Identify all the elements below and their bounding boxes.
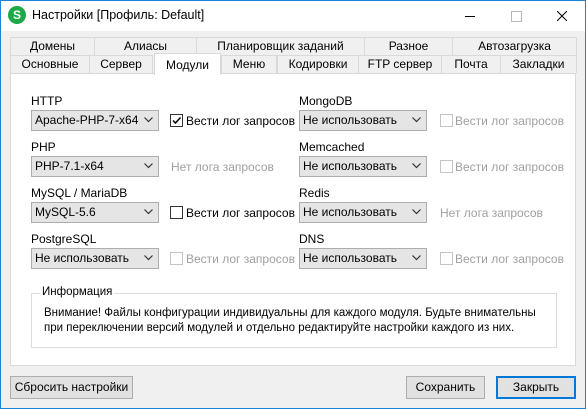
http-select[interactable]: Apache-PHP-7-x64 [31,110,159,131]
minimize-button[interactable] [447,1,493,31]
tab-scheduler[interactable]: Планировщик заданий [196,37,365,55]
redis-select-value: Не использовать [303,205,397,219]
postgresql-select[interactable]: Не использовать [31,248,159,269]
info-groupbox: Информация Внимание! Файлы конфигурации … [31,286,557,348]
mysql-label: MySQL / MariaDB [31,186,128,200]
tab-bookmarks[interactable]: Закладки [500,55,577,73]
settings-window: S Настройки [Профиль: Default] Домены Ал… [0,0,586,409]
postgresql-select-value: Не использовать [35,251,129,265]
postgresql-log-checkbox[interactable] [170,252,183,265]
memcached-label: Memcached [299,140,365,154]
http-log-label[interactable]: Вести лог запросов [186,114,295,128]
tab-domains[interactable]: Домены [10,37,95,55]
tab-misc[interactable]: Разное [364,37,453,55]
postgresql-log-label: Вести лог запросов [186,252,295,266]
dns-log-checkbox[interactable] [440,252,453,265]
tab-mail[interactable]: Почта [441,55,501,73]
tab-server[interactable]: Сервер [89,55,153,73]
tab-autostart[interactable]: Автозагрузка [452,37,577,55]
mongodb-label: MongoDB [299,94,353,108]
postgresql-label: PostgreSQL [31,232,97,246]
save-button[interactable]: Сохранить [406,376,485,399]
close-window-button[interactable] [539,1,585,31]
maximize-button[interactable] [493,1,539,31]
dns-label: DNS [299,232,325,246]
dns-select[interactable]: Не использовать [299,248,427,269]
mongodb-log-checkbox[interactable] [440,114,453,127]
tab-modules[interactable]: Модули [154,53,221,75]
chevron-down-icon [412,117,421,123]
mongodb-log-label: Вести лог запросов [455,114,564,128]
mysql-select[interactable]: MySQL-5.6 [31,202,159,223]
php-label: PHP [31,140,56,154]
php-select-value: PHP-7.1-x64 [35,159,104,173]
memcached-log-label: Вести лог запросов [455,160,564,174]
chevron-down-icon [144,117,153,123]
mysql-log-label[interactable]: Вести лог запросов [186,206,295,220]
close-icon [557,11,567,21]
mongodb-select-value: Не использовать [303,113,397,127]
http-label: HTTP [31,94,63,108]
tab-encodings[interactable]: Кодировки [277,55,359,73]
window-title: Настройки [Профиль: Default] [32,8,205,22]
chevron-down-icon [412,209,421,215]
memcached-select[interactable]: Не использовать [299,156,427,177]
mysql-log-checkbox[interactable] [170,206,183,219]
redis-no-log-text: Нет лога запросов [440,206,543,220]
php-no-log-text: Нет лога запросов [171,160,274,174]
title-bar: S Настройки [Профиль: Default] [1,1,585,31]
mysql-select-value: MySQL-5.6 [35,205,96,219]
chevron-down-icon [412,255,421,261]
memcached-select-value: Не использовать [303,159,397,173]
checkmark-icon [172,116,182,125]
chevron-down-icon [144,163,153,169]
dns-select-value: Не использовать [303,251,397,265]
chevron-down-icon [144,209,153,215]
redis-label: Redis [299,186,330,200]
http-select-value: Apache-PHP-7-x64 [35,113,139,127]
tab-menu[interactable]: Меню [221,55,277,73]
redis-select[interactable]: Не использовать [299,202,427,223]
tab-row-bottom: Основные Сервер Модули Меню Кодировки FT… [1,53,585,75]
app-logo-icon: S [8,6,26,24]
http-log-checkbox[interactable] [170,114,183,127]
memcached-log-checkbox[interactable] [440,160,453,173]
close-button[interactable]: Закрыть [496,376,576,399]
php-select[interactable]: PHP-7.1-x64 [31,156,159,177]
chevron-down-icon [412,163,421,169]
info-title: Информация [40,286,115,298]
chevron-down-icon [144,255,153,261]
info-text: Внимание! Файлы конфигурации индивидуаль… [44,307,536,334]
tab-row-top: Домены Алиасы Планировщик заданий Разное… [1,37,585,55]
mongodb-select[interactable]: Не использовать [299,110,427,131]
modules-panel: HTTP Apache-PHP-7-x64 Вести лог запросов… [10,73,576,366]
reset-settings-button[interactable]: Сбросить настройки [10,376,133,399]
dns-log-label: Вести лог запросов [455,252,564,266]
tab-ftp-server[interactable]: FTP сервер [358,55,442,73]
tab-general[interactable]: Основные [10,55,90,73]
